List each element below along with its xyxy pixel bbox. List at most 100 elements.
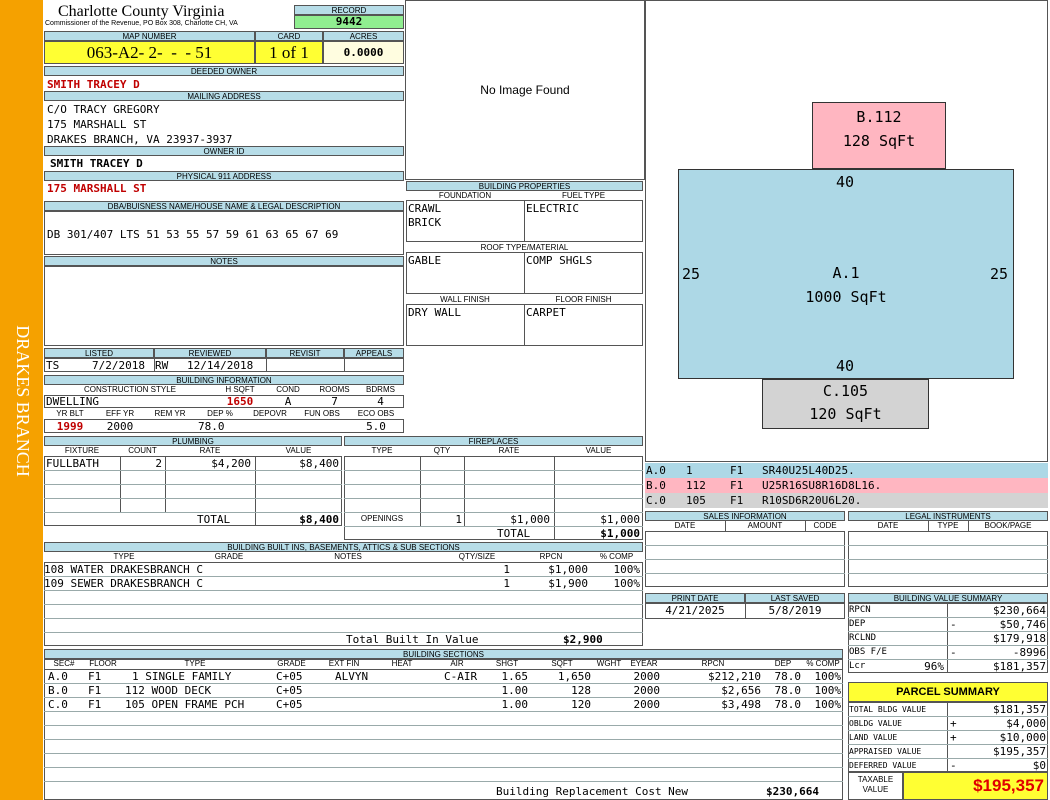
remyr-header: REM YR xyxy=(154,409,186,418)
effyr-value: 2000 xyxy=(106,420,134,433)
sketch-c-label: C.105 xyxy=(822,382,869,400)
sections-header-comp: % COMP xyxy=(806,659,840,668)
taxable-label-1: TAXABLE xyxy=(857,775,894,784)
last-saved-label: LAST SAVED xyxy=(745,593,845,603)
builtins-comp-header: % COMP xyxy=(599,552,634,561)
rooms-value: 7 xyxy=(331,395,338,408)
builtins-notes-header: NOTES xyxy=(334,552,362,561)
depovr-header: DEPOVR xyxy=(253,409,287,418)
floor-value: CARPET xyxy=(526,306,566,319)
foundation-value-2: BRICK xyxy=(408,216,442,229)
sketch-a-label: A.1 xyxy=(832,264,860,282)
plumbing-rate-header: RATE xyxy=(199,446,221,455)
parcel-summary-label: PARCEL SUMMARY xyxy=(848,682,1048,702)
value-summary-value: $50,746 xyxy=(999,618,1046,631)
dep-header: DEP % xyxy=(207,409,233,418)
fireplace-openings-label: OPENINGS xyxy=(360,514,404,523)
legal-book-header: BOOK/PAGE xyxy=(984,521,1032,530)
parcel-value: $4,000 xyxy=(1006,717,1046,730)
sketch-code-floor: F1 xyxy=(730,494,744,507)
section-floor: F1 xyxy=(88,684,102,697)
builtins-rpcn-header: RPCN xyxy=(539,552,563,561)
reviewed-date: 12/14/2018 xyxy=(187,359,254,372)
fireplaces-label: FIREPLACES xyxy=(344,436,643,446)
sections-header-sqft: SQFT xyxy=(551,659,573,668)
sections-header-wght: WGHT xyxy=(596,659,622,668)
mailing-line-3: DRAKES BRANCH, VA 23937-3937 xyxy=(47,133,233,146)
notes-box xyxy=(44,266,404,346)
foundation-value-1: CRAWL xyxy=(408,202,442,215)
card-value: 1 of 1 xyxy=(255,41,323,64)
parcel-key: LAND VALUE xyxy=(849,733,898,742)
sections-header-dep: DEP xyxy=(774,659,792,668)
reviewed-by: RW xyxy=(155,359,169,372)
section-sec: C.0 xyxy=(48,698,68,711)
plumbing-label: PLUMBING xyxy=(44,436,342,446)
listed-by: TS xyxy=(46,359,60,372)
physical-address-value: 175 MARSHALL ST xyxy=(47,182,147,195)
appeals-label: APPEALS xyxy=(344,348,404,358)
plumbing-fixture: FULLBATH xyxy=(46,457,99,470)
cond-header: COND xyxy=(276,385,300,394)
builtin-qty: 1 xyxy=(503,577,510,590)
fireplace-total: $1,000 xyxy=(600,527,640,540)
building-props-label: BUILDING PROPERTIES xyxy=(406,181,643,191)
plumbing-count: 2 xyxy=(155,457,162,470)
fireplace-rate: $1,000 xyxy=(510,513,550,526)
value-summary-key: DEP xyxy=(849,619,866,629)
section-shgt: 1.00 xyxy=(501,684,529,697)
cond-value: A xyxy=(284,395,292,408)
sketch-b-area: 128 SqFt xyxy=(842,132,916,150)
parcel-key: DEFERRED VALUE xyxy=(849,761,917,770)
plumbing-count-header: COUNT xyxy=(128,446,157,455)
no-image-text: No Image Found xyxy=(480,83,570,97)
county-title: Charlotte County Virginia xyxy=(58,3,225,20)
sketch-code-path: U25R16SU8R16D8L16. xyxy=(762,479,882,492)
value-summary-value: $179,918 xyxy=(993,632,1046,645)
taxable-value: $195,357 xyxy=(903,772,1048,800)
section-floor: F1 xyxy=(88,670,102,683)
builtins-label: BUILDING BUILT INS, BASEMENTS, ATTICS & … xyxy=(44,542,643,552)
reviewed-label: REVIEWED xyxy=(154,348,266,358)
wall-value: DRY WALL xyxy=(408,306,461,319)
sections-header-extfin: EXT FIN xyxy=(328,659,360,668)
county-subtitle: Commissioner of the Revenue, PO Box 308,… xyxy=(45,20,238,27)
roof-type-value: GABLE xyxy=(408,254,442,267)
hsqft-value: 1650 xyxy=(226,395,254,408)
value-summary-pct: 96% xyxy=(924,660,944,673)
sections-header-air: AIR xyxy=(450,659,464,668)
rooms-header: ROOMS xyxy=(319,385,350,394)
record-label: RECORD xyxy=(294,5,404,15)
sketch-dim-right: 25 xyxy=(990,265,1009,283)
sketch-code-n: 105 xyxy=(686,494,706,507)
section-shgt: 1.65 xyxy=(501,670,529,683)
bdrms-value: 4 xyxy=(377,395,384,408)
fireplace-qty: 1 xyxy=(455,513,462,526)
fireplace-value-header: VALUE xyxy=(585,446,612,455)
section-rpcn: $2,656 xyxy=(721,684,761,697)
section-type: 105 OPEN FRAME PCH xyxy=(125,698,245,711)
builtin-qty: 1 xyxy=(503,563,510,576)
mailing-line-1: C/O TRACY GREGORY xyxy=(47,103,160,116)
builtin-type: 109 SEWER DRAKESBRANCH C xyxy=(44,577,203,590)
side-label: DRAKES BRANCH xyxy=(13,325,33,477)
deeded-owner-value: SMITH TRACEY D xyxy=(47,78,140,91)
sketch-a-area: 1000 SqFt xyxy=(805,288,887,306)
acres-value: 0.0000 xyxy=(323,41,404,64)
section-eyear: 2000 xyxy=(633,670,661,683)
ecoobs-header: ECO OBS xyxy=(357,409,395,418)
section-sqft: 128 xyxy=(571,684,591,697)
plumbing-fixture-header: FIXTURE xyxy=(64,446,100,455)
plumbing-value-header: VALUE xyxy=(285,446,312,455)
sketch-code-floor: F1 xyxy=(730,479,744,492)
owner-id-label: OWNER ID xyxy=(44,146,404,156)
section-floor: F1 xyxy=(88,698,102,711)
taxable-label-2: VALUE xyxy=(862,785,889,794)
value-summary-label: BUILDING VALUE SUMMARY xyxy=(848,593,1048,603)
section-eyear: 2000 xyxy=(633,698,661,711)
sections-header-floor: FLOOR xyxy=(89,659,117,668)
section-dep: 78.0 xyxy=(774,698,802,711)
value-summary-key: RPCN xyxy=(849,605,871,615)
sketch-code-sec: A.0 xyxy=(646,464,666,477)
sketch-b-label: B.112 xyxy=(856,108,902,126)
